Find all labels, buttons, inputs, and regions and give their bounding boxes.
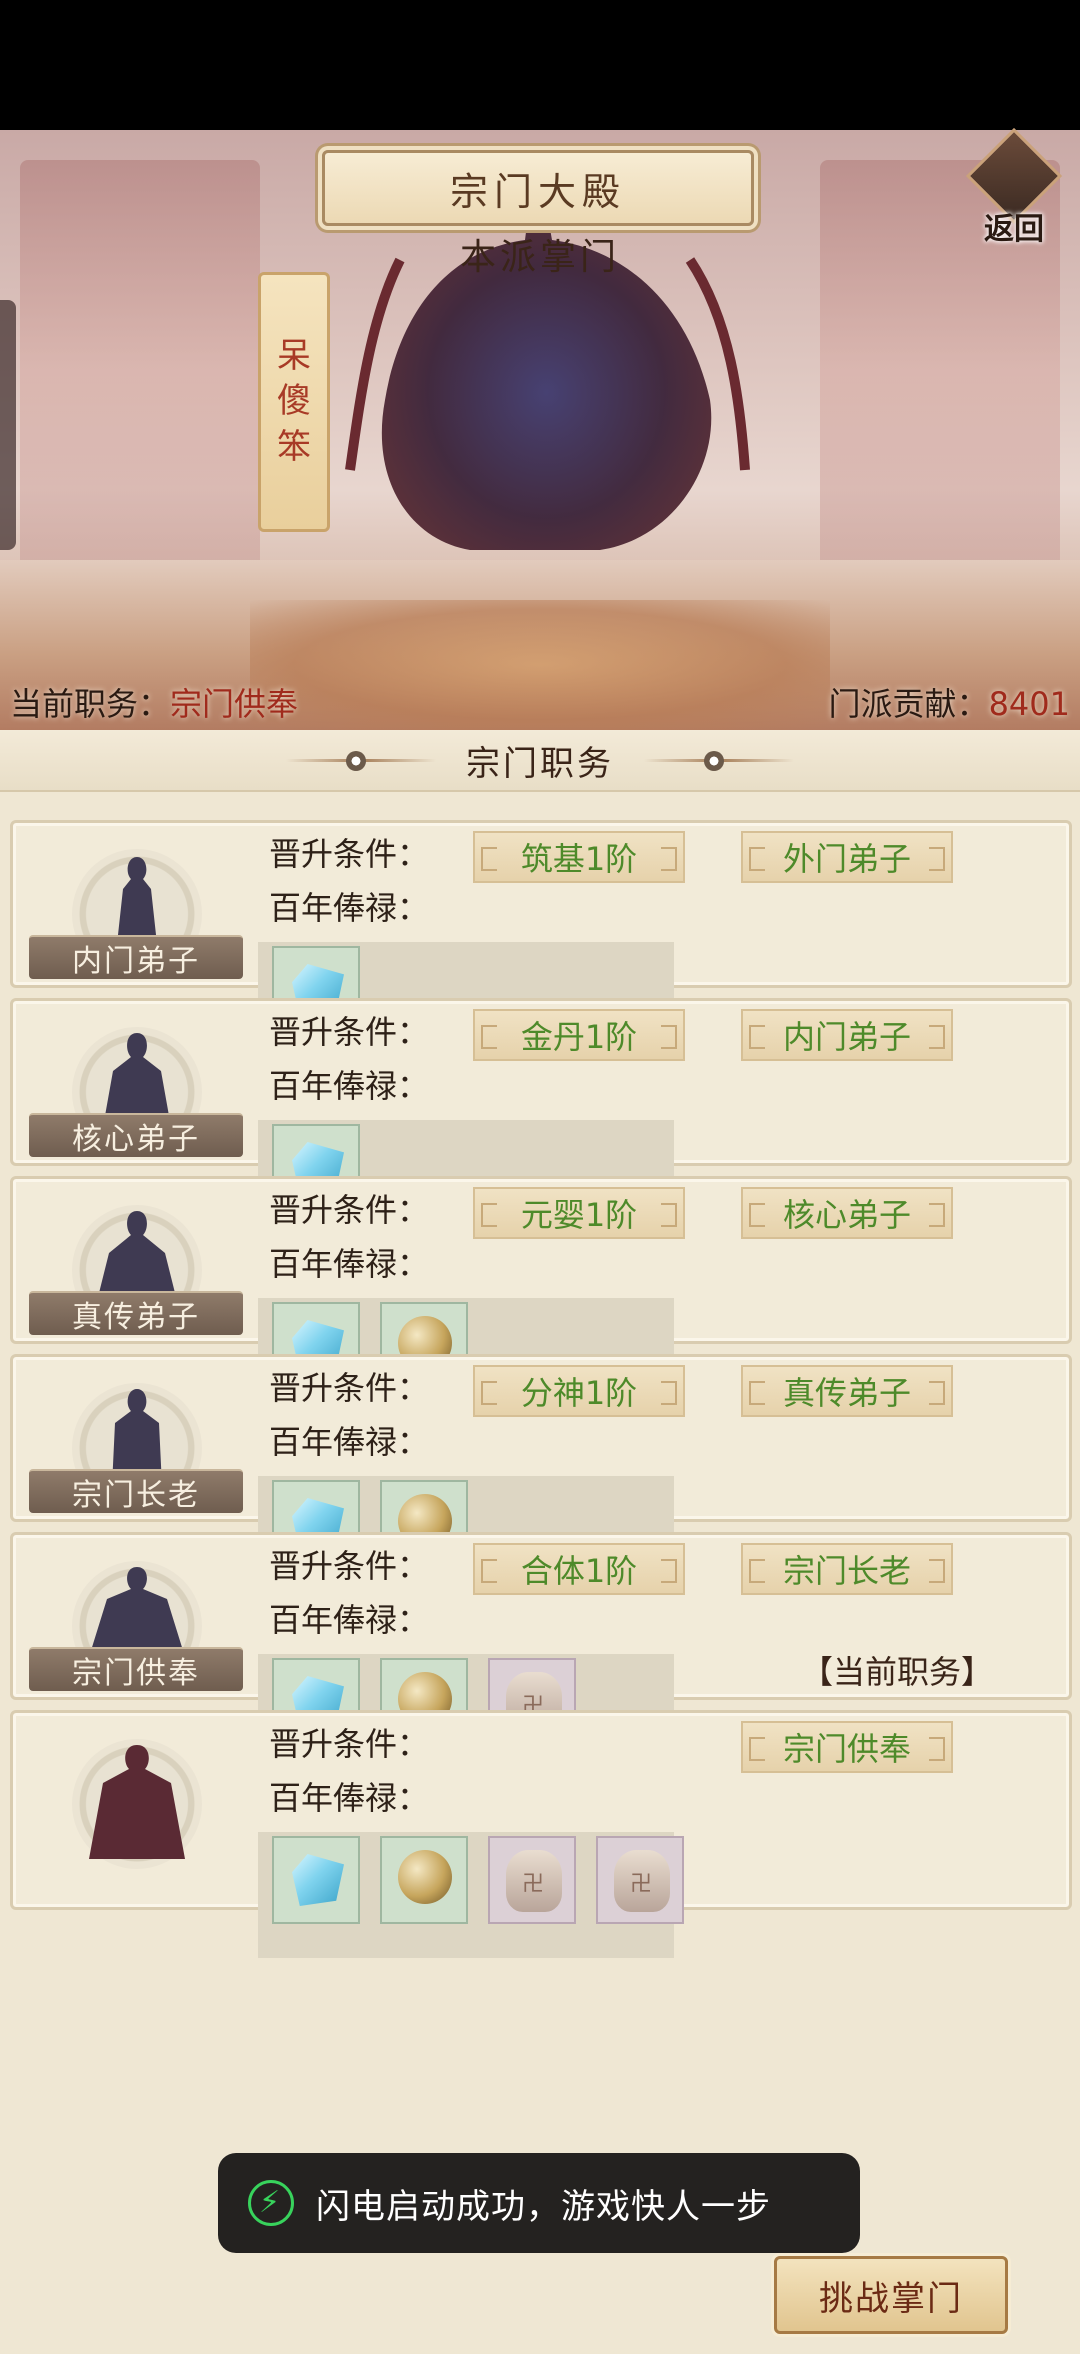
- contribution-label: 门派贡献：: [828, 685, 989, 723]
- sect-contribution: 门派贡献：8401: [829, 679, 1070, 725]
- salary-label: 百年俸禄：: [269, 1423, 430, 1461]
- required-stage: 金丹1阶: [520, 1018, 638, 1056]
- pouch-icon: [614, 1850, 670, 1912]
- toast-message: 闪电启动成功，游戏快人一步: [316, 2186, 771, 2227]
- rank-name-label: 真传弟子: [29, 1291, 243, 1335]
- reward-item[interactable]: [596, 1836, 684, 1924]
- promotion-label: 晋升条件：: [269, 835, 430, 873]
- required-rank-tag: 宗门供奉: [741, 1721, 953, 1773]
- promotion-label: 晋升条件：: [269, 1547, 430, 1585]
- status-bar: [0, 0, 1080, 130]
- master-silhouette-icon: [89, 1745, 185, 1859]
- rank-portrait: [27, 1723, 247, 1883]
- rank-name: 真传弟子: [72, 1300, 200, 1335]
- required-stage-tag: 元婴1阶: [473, 1187, 685, 1239]
- pouch-icon: [506, 1850, 562, 1912]
- promotion-label: 晋升条件：: [269, 1191, 430, 1229]
- salary-label: 百年俸禄：: [269, 889, 430, 927]
- promotion-label: 晋升条件：: [269, 1725, 430, 1763]
- master-name-char: 傻: [277, 381, 311, 422]
- required-rank-tag: 外门弟子: [741, 831, 953, 883]
- required-rank: 内门弟子: [782, 1018, 911, 1056]
- ornament-right-icon: [644, 751, 794, 771]
- salary-label: 百年俸禄：: [269, 1067, 430, 1105]
- promotion-label: 晋升条件：: [269, 1369, 430, 1407]
- salary-label: 百年俸禄：: [269, 1245, 430, 1283]
- master-name-char: 呆: [277, 336, 311, 377]
- salary-label: 百年俸禄：: [269, 1779, 430, 1817]
- required-rank-tag: 核心弟子: [741, 1187, 953, 1239]
- sect-positions-panel: 宗门职务 内门弟子 晋升条件： 筑基1阶 外门弟子 百年俸禄： 1000 核心弟…: [0, 730, 1080, 2354]
- required-rank: 宗门长老: [782, 1552, 911, 1590]
- promotion-label: 晋升条件：: [269, 1013, 430, 1051]
- rank-name-label: 宗门供奉: [29, 1647, 243, 1691]
- required-stage: 分神1阶: [520, 1374, 638, 1412]
- required-stage: 筑基1阶: [520, 840, 638, 878]
- hall-pillar-left: [20, 160, 260, 580]
- current-position-value: 宗门供奉: [170, 685, 299, 723]
- section-header: 宗门职务: [0, 730, 1080, 792]
- required-rank-tag: 真传弟子: [741, 1365, 953, 1417]
- rank-name: 核心弟子: [72, 1122, 200, 1157]
- section-title: 宗门职务: [466, 743, 614, 784]
- current-position-marker: 【当前职务】: [801, 1653, 994, 1691]
- hall-title-plaque: 宗门大殿: [322, 150, 754, 226]
- reward-item[interactable]: [380, 1836, 468, 1924]
- lightning-icon: [248, 2180, 294, 2226]
- required-rank-tag: 宗门长老: [741, 1543, 953, 1595]
- contribution-value: 8401: [988, 685, 1070, 723]
- current-position-label: 当前职务：: [10, 685, 171, 723]
- required-rank: 宗门供奉: [782, 1730, 911, 1768]
- master-name-char: 笨: [277, 426, 311, 467]
- ornament-left-icon: [286, 751, 436, 771]
- required-stage-tag: 金丹1阶: [473, 1009, 685, 1061]
- golden-orb-icon: [398, 1850, 452, 1904]
- reward-item[interactable]: [272, 1836, 360, 1924]
- required-rank: 真传弟子: [782, 1374, 911, 1412]
- required-stage-tag: 合体1阶: [473, 1543, 685, 1595]
- side-drawer-handle[interactable]: [0, 300, 16, 550]
- required-rank-tag: 内门弟子: [741, 1009, 953, 1061]
- rank-name-label: 核心弟子: [29, 1113, 243, 1157]
- required-rank: 核心弟子: [782, 1196, 911, 1234]
- back-label: 返回: [984, 212, 1044, 247]
- required-stage-tag: 筑基1阶: [473, 831, 685, 883]
- current-position: 当前职务：宗门供奉: [10, 679, 298, 725]
- required-stage: 元婴1阶: [520, 1196, 638, 1234]
- challenge-master-label: 挑战掌门: [819, 2278, 963, 2319]
- back-button[interactable]: 返回: [962, 127, 1066, 248]
- rank-name-label: 内门弟子: [29, 935, 243, 979]
- toast-notification: 闪电启动成功，游戏快人一步: [218, 2153, 860, 2253]
- rank-name: 内门弟子: [72, 944, 200, 979]
- reward-item[interactable]: [488, 1836, 576, 1924]
- salary-rewards: [258, 1832, 684, 1958]
- required-stage: 合体1阶: [520, 1552, 638, 1590]
- rank-name: 宗门供奉: [72, 1656, 200, 1691]
- rank-name-label: 宗门长老: [29, 1469, 243, 1513]
- required-stage-tag: 分神1阶: [473, 1365, 685, 1417]
- spirit-stone-icon: [292, 1854, 344, 1906]
- master-name-banner: 呆 傻 笨: [258, 272, 330, 532]
- required-rank: 外门弟子: [782, 840, 911, 878]
- challenge-master-button[interactable]: 挑战掌门: [774, 2256, 1008, 2334]
- sect-master-label: 本派掌门: [459, 237, 620, 278]
- rank-name: 宗门长老: [72, 1478, 200, 1513]
- salary-label: 百年俸禄：: [269, 1601, 430, 1639]
- hall-status-row: 当前职务：宗门供奉 门派贡献：8401: [0, 674, 1080, 730]
- hall-title: 宗门大殿: [449, 169, 626, 214]
